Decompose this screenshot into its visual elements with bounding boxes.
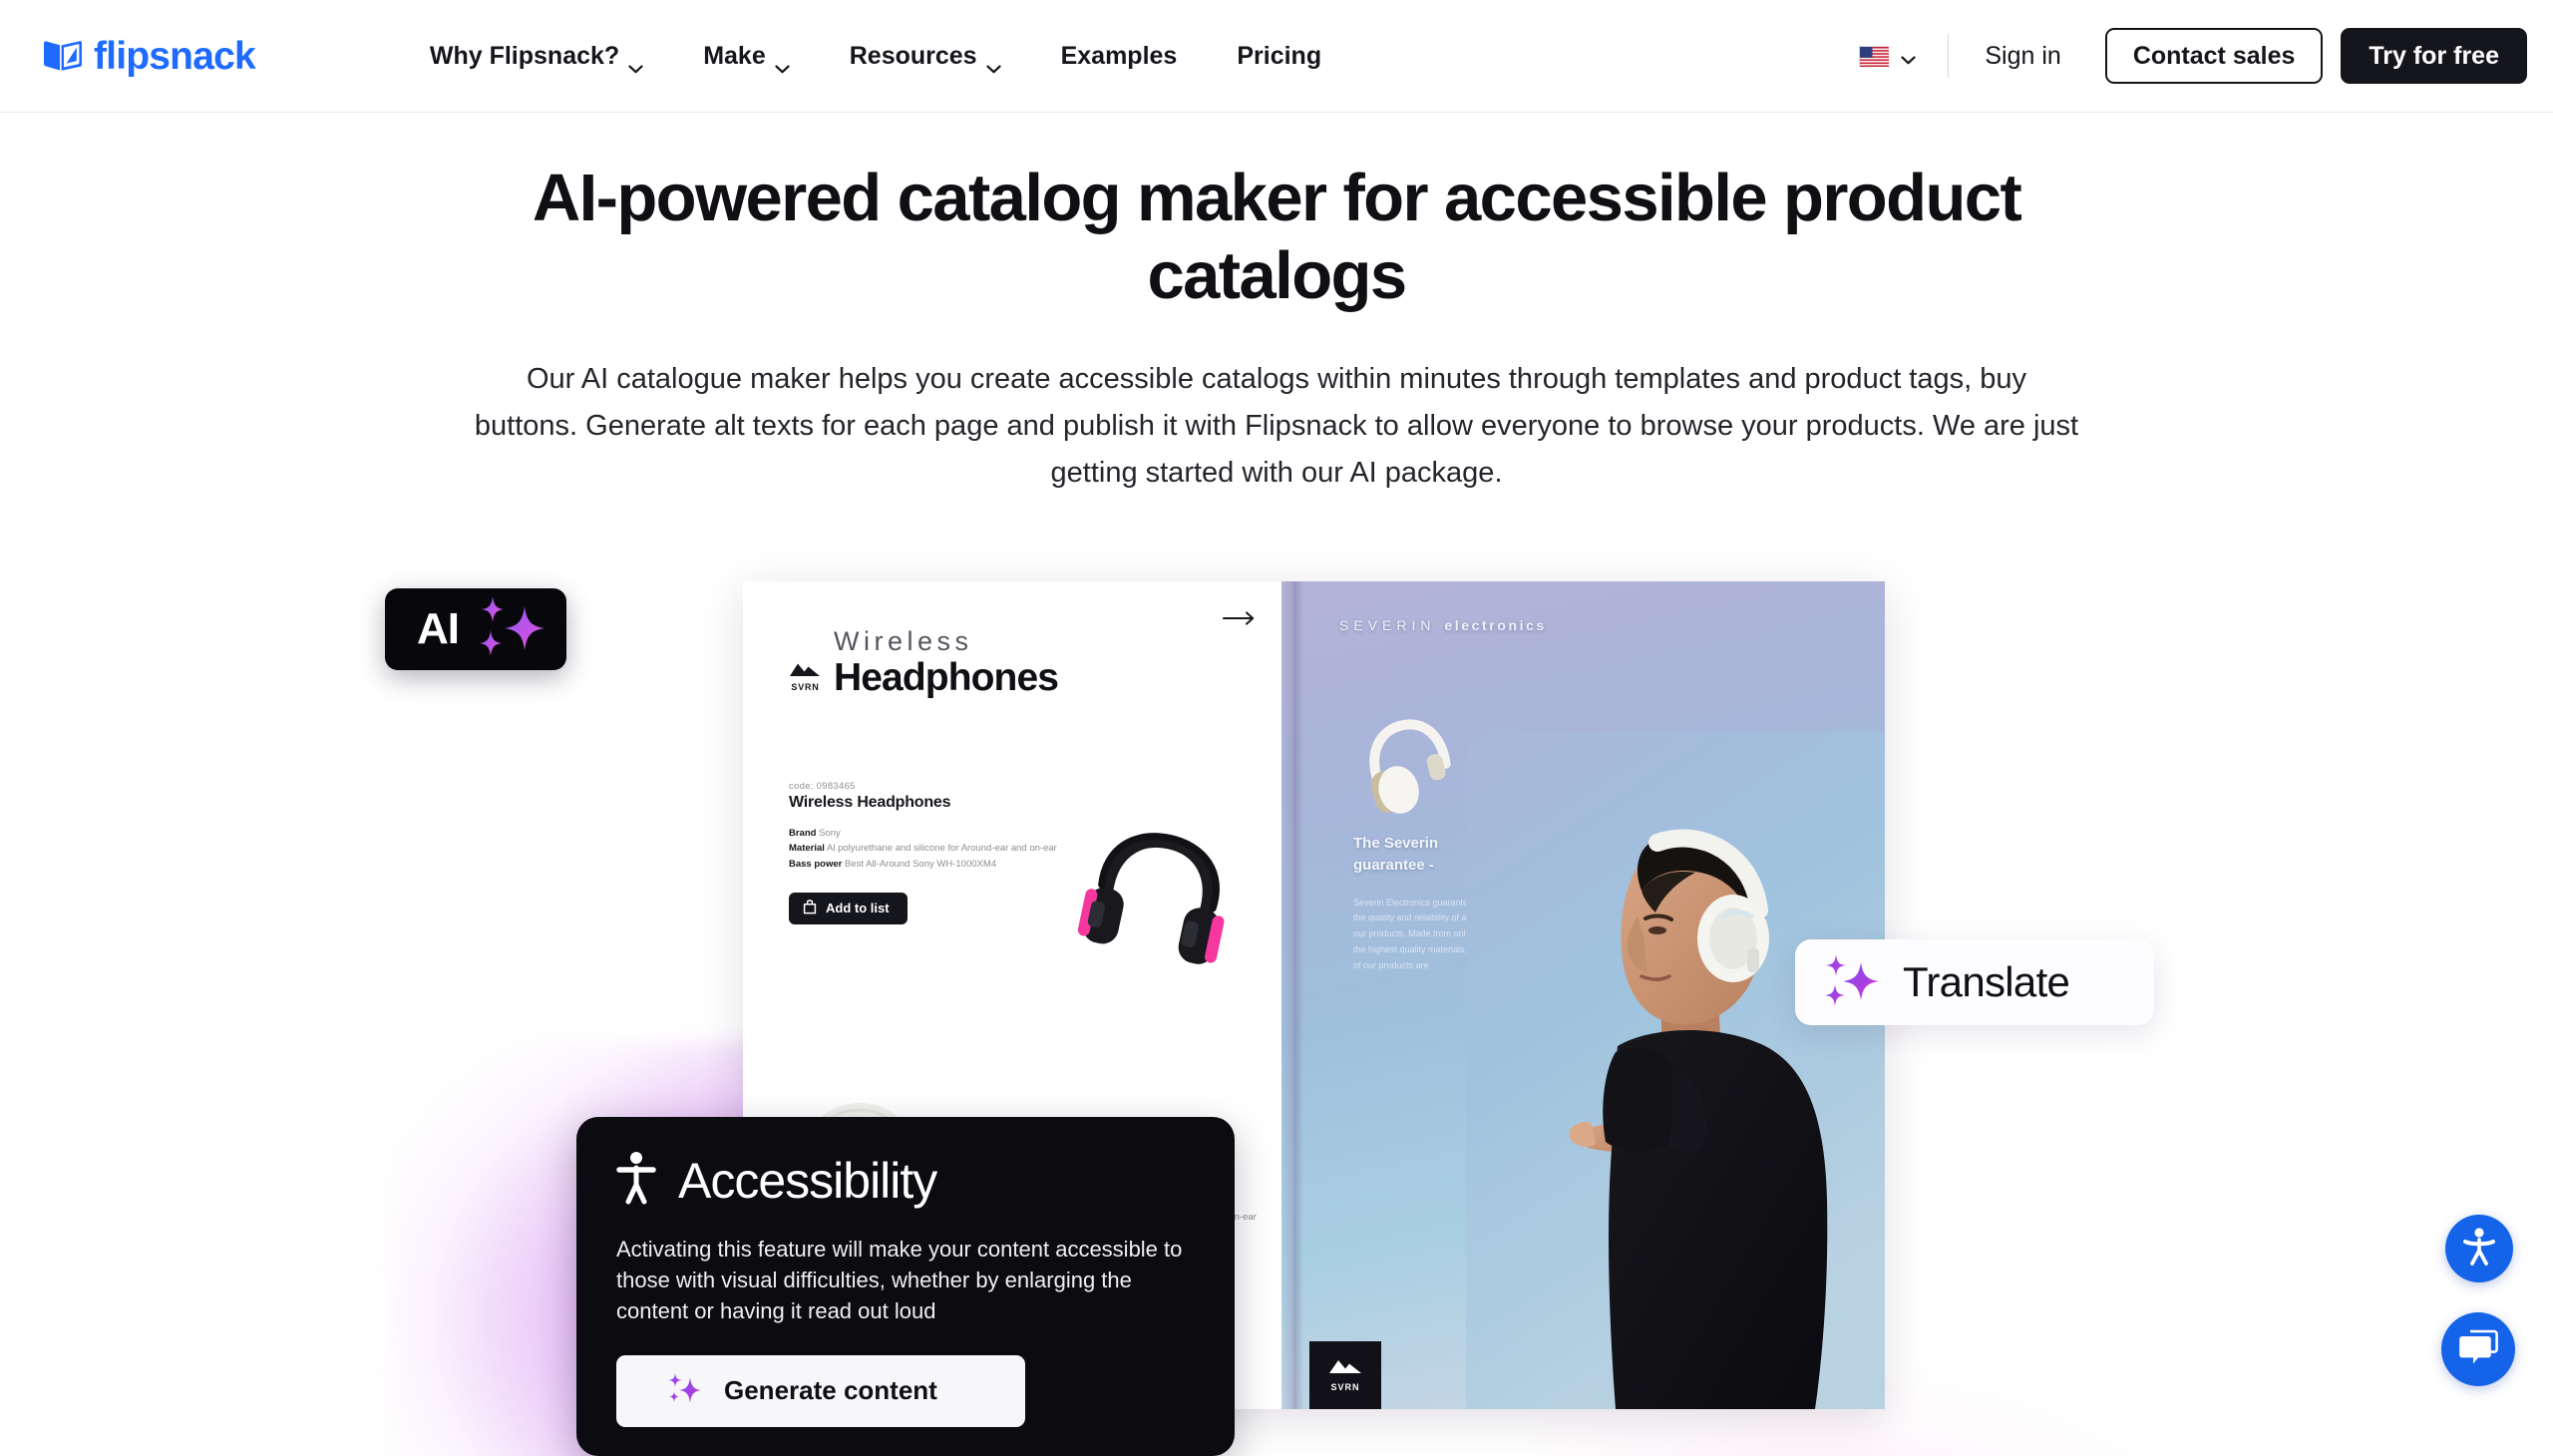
accessibility-person-icon — [2461, 1227, 2497, 1272]
spec-label: Bass power — [789, 859, 843, 870]
nav-divider — [1948, 34, 1950, 78]
product-name: Wireless Headphones — [789, 793, 951, 811]
contact-sales-button[interactable]: Contact sales — [2104, 28, 2324, 84]
translate-badge-label: Translate — [1903, 958, 2070, 1005]
headphones-image-beige — [1353, 709, 1463, 829]
generate-content-button[interactable]: Generate content — [616, 1354, 1025, 1427]
add-to-list-button[interactable]: Add to list — [789, 892, 908, 924]
ai-badge-label: AI — [417, 603, 460, 653]
svrn-logo-text: SVRN — [791, 681, 820, 692]
nav-right-cluster: Sign in Contact sales Try for free — [1845, 28, 2527, 84]
nav-item-examples[interactable]: Examples — [1031, 32, 1208, 81]
bag-icon — [803, 899, 817, 917]
hero-section: AI-powered catalog maker for accessible … — [0, 113, 2553, 497]
spec-value: Sony — [819, 827, 841, 839]
hero-subtitle: Our AI catalogue maker helps you create … — [474, 362, 2079, 489]
page-title: AI-powered catalog maker for accessible … — [532, 161, 2022, 314]
generate-content-label: Generate content — [724, 1375, 937, 1406]
nav-label: Pricing — [1237, 41, 1322, 70]
accessibility-widget-button[interactable] — [2445, 1215, 2513, 1282]
severin-guarantee-body: Severin Electronics guarantees the quali… — [1353, 897, 1479, 970]
chat-widget-button[interactable] — [2441, 1312, 2515, 1386]
left-page-header: SVRN Wireless Headphones — [789, 625, 1059, 700]
sparkles-icon — [477, 594, 547, 663]
ai-feature-badge: AI — [385, 587, 566, 670]
nav-label: Resources — [849, 41, 977, 70]
mountain-icon — [1328, 1358, 1362, 1379]
spec-label: Brand — [789, 827, 817, 839]
sparkles-icon — [668, 1371, 702, 1410]
chevron-down-icon — [775, 52, 790, 73]
nav-item-make[interactable]: Make — [673, 32, 820, 81]
flipsnack-logo[interactable]: flipsnack — [42, 34, 256, 78]
nav-item-resources[interactable]: Resources — [820, 32, 1031, 81]
chat-bubbles-icon — [2458, 1328, 2498, 1371]
add-to-list-label: Add to list — [826, 901, 890, 916]
nav-label: Examples — [1060, 41, 1178, 70]
hero-visual: SVRN Wireless Headphones code: 0983465 W… — [0, 580, 2553, 1456]
left-page-title-small: Wireless — [834, 625, 973, 656]
svrn-logo-text: SVRN — [1330, 1381, 1360, 1392]
product-code: code: 0983465 — [789, 780, 856, 792]
chevron-down-icon — [1901, 52, 1916, 64]
nav-label: Why Flipsnack? — [429, 41, 620, 70]
spec-label: Material — [789, 843, 825, 855]
sparkles-icon — [1825, 952, 1883, 1013]
sign-in-link[interactable]: Sign in — [1971, 32, 2074, 81]
chevron-down-icon — [985, 52, 1001, 73]
translate-feature-badge: Translate — [1795, 939, 2154, 1025]
nav-item-pricing[interactable]: Pricing — [1207, 32, 1351, 81]
brand-light: SEVERIN — [1339, 616, 1436, 633]
accessibility-card-header: Accessibility — [616, 1151, 1195, 1210]
language-selector[interactable] — [1845, 38, 1930, 74]
accessibility-person-icon — [616, 1151, 656, 1210]
headphones-image-pink — [1072, 819, 1242, 983]
accessibility-feature-card: Accessibility Activating this feature wi… — [576, 1117, 1235, 1456]
try-for-free-button[interactable]: Try for free — [2341, 28, 2527, 84]
top-navigation-bar: flipsnack Why Flipsnack? Make Resources … — [0, 0, 2553, 113]
nav-item-why-flipsnack[interactable]: Why Flipsnack? — [400, 32, 673, 81]
left-page-title-large: Headphones — [834, 656, 1059, 700]
chevron-down-icon — [628, 52, 643, 73]
accessibility-card-title: Accessibility — [678, 1152, 937, 1209]
us-flag-icon — [1859, 46, 1890, 67]
svrn-logo-badge: SVRN — [1309, 1340, 1381, 1409]
spec-value: Best All-Around Sony WH-1000XM4 — [844, 859, 997, 870]
nav-label: Make — [703, 41, 766, 70]
right-page-brand: SEVERIN electronics — [1339, 617, 1547, 633]
mountain-icon: SVRN — [789, 662, 822, 695]
brand-bold: electronics — [1444, 616, 1547, 633]
spec-value: Al polyurethane and silicone for Around-… — [827, 843, 1057, 855]
model-photo-person-with-headphones — [1466, 730, 1885, 1409]
flipsnack-book-logo-icon — [42, 39, 84, 73]
arrow-right-icon[interactable] — [1222, 609, 1258, 627]
primary-nav: Why Flipsnack? Make Resources Examples P… — [400, 32, 1351, 81]
flipsnack-wordmark: flipsnack — [94, 34, 256, 78]
accessibility-card-body: Activating this feature will make your c… — [616, 1237, 1183, 1324]
